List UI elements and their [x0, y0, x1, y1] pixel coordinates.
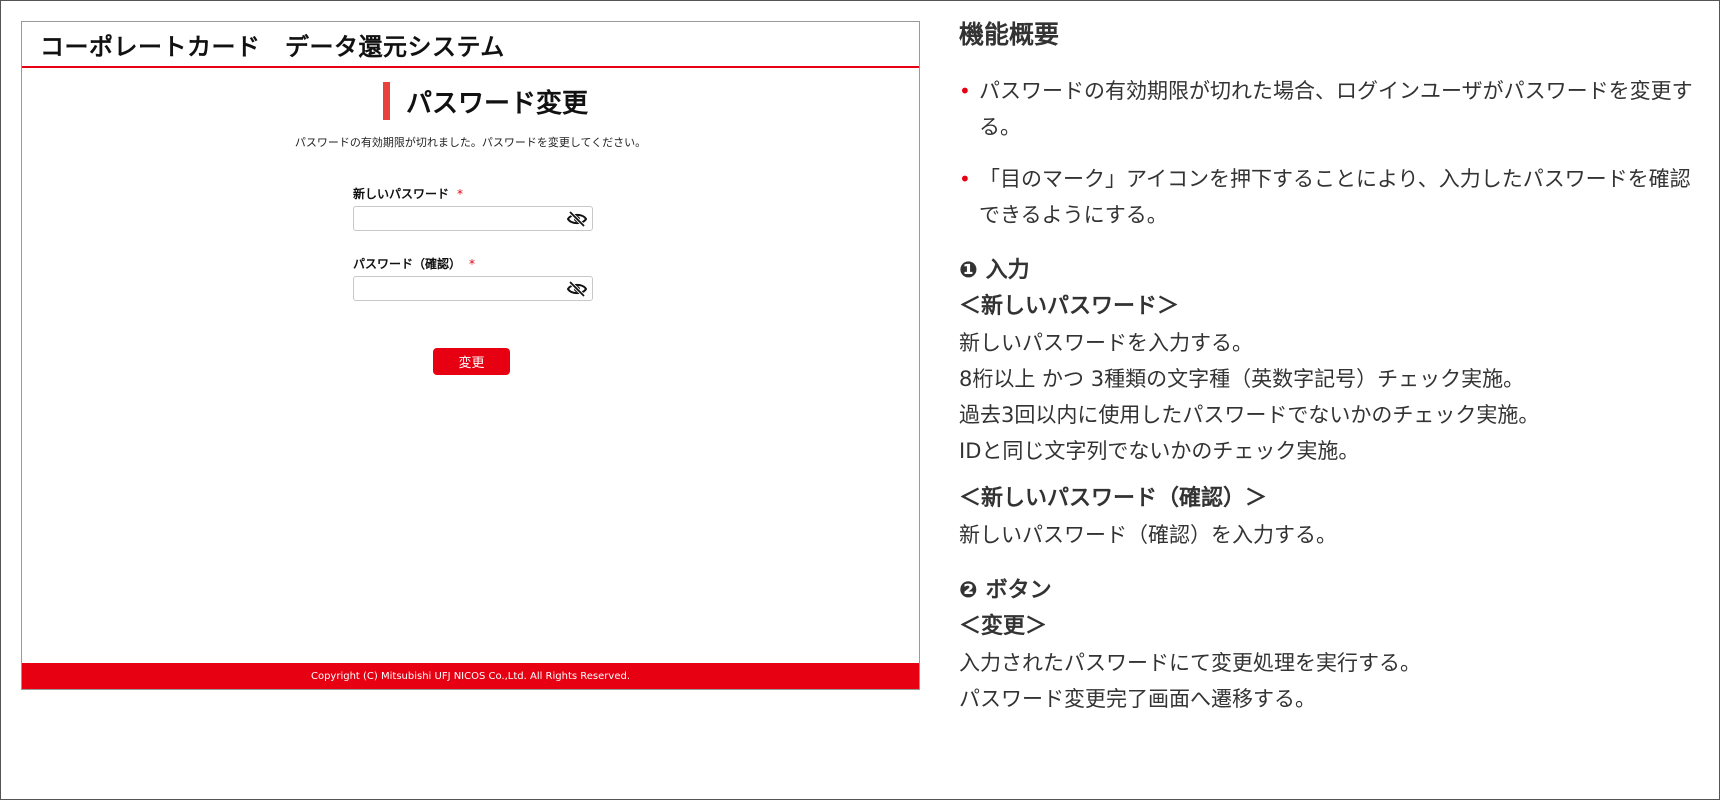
new-password-label: 新しいパスワード: [353, 187, 450, 201]
spec-line: 8桁以上 かつ 3種類の文字種（英数字記号）チェック実施。: [959, 367, 1525, 391]
page-heading: パスワード変更: [383, 82, 588, 120]
new-password-field: [353, 206, 593, 231]
section-button-title: ❷ ボタン: [959, 573, 1701, 609]
eye-off-icon: [567, 280, 587, 297]
new-password-label-row: 新しいパスワード *: [353, 185, 463, 202]
spec-line: IDと同じ文字列でないかのチェック実施。: [959, 439, 1360, 463]
spec-line: 新しいパスワード（確認）を入力する。: [959, 523, 1337, 547]
spec-line: 入力されたパスワードにて変更処理を実行する。: [959, 651, 1421, 675]
spec-line: パスワード変更完了画面へ遷移する。: [959, 687, 1316, 711]
new-password-input[interactable]: [354, 207, 559, 230]
description-panel: 機能概要 パスワードの有効期限が切れた場合、ログインユーザがパスワードを変更する…: [959, 15, 1701, 717]
spec-line: 過去3回以内に使用したパスワードでないかのチェック実施。: [959, 403, 1540, 427]
required-mark: *: [457, 187, 464, 201]
confirm-password-label: パスワード（確認）: [353, 257, 462, 271]
footer: Copyright (C) Mitsubishi UFJ NICOS Co.,L…: [22, 663, 919, 689]
section-title-text: 入力: [985, 258, 1030, 283]
copyright-text: Copyright (C) Mitsubishi UFJ NICOS Co.,L…: [310, 670, 631, 682]
section-number: ❶: [959, 258, 978, 283]
section-input-title: ❶ 入力: [959, 253, 1701, 289]
section-title-text: ボタン: [985, 578, 1052, 603]
system-header: コーポレートカード データ還元システム: [22, 22, 919, 68]
new-password-eye-toggle[interactable]: [566, 209, 588, 228]
confirm-password-eye-toggle[interactable]: [566, 279, 588, 298]
section-number: ❷: [959, 578, 978, 603]
confirm-password-label-row: パスワード（確認） *: [353, 255, 475, 272]
confirm-password-field: [353, 276, 593, 301]
confirm-password-input[interactable]: [354, 277, 559, 300]
page-title: パスワード変更: [406, 88, 589, 119]
required-mark: *: [469, 257, 476, 271]
bullet-item: パスワードの有効期限が切れた場合、ログインユーザがパスワードを変更する。: [959, 73, 1701, 145]
bullet-item: 「目のマーク」アイコンを押下することにより、入力したパスワードを確認できるように…: [959, 161, 1701, 233]
description-title: 機能概要: [959, 20, 1060, 49]
change-button[interactable]: 変更: [433, 348, 510, 375]
change-subtitle: ＜変更＞: [959, 614, 1048, 639]
system-title: コーポレートカード データ還元システム: [40, 32, 505, 61]
heading-accent-bar: [383, 82, 390, 120]
eye-off-icon: [567, 210, 587, 227]
confirm-password-subtitle: ＜新しいパスワード（確認）＞: [959, 486, 1268, 511]
spec-line: 新しいパスワードを入力する。: [959, 331, 1253, 355]
expired-message: パスワードの有効期限が切れました。パスワードを変更してください。: [294, 136, 647, 149]
screen-mockup: コーポレートカード データ還元システム パスワード変更 パスワードの有効期限が切…: [21, 21, 920, 690]
feature-bullets: パスワードの有効期限が切れた場合、ログインユーザがパスワードを変更する。 「目の…: [959, 73, 1701, 233]
new-password-subtitle: ＜新しいパスワード＞: [959, 294, 1180, 319]
